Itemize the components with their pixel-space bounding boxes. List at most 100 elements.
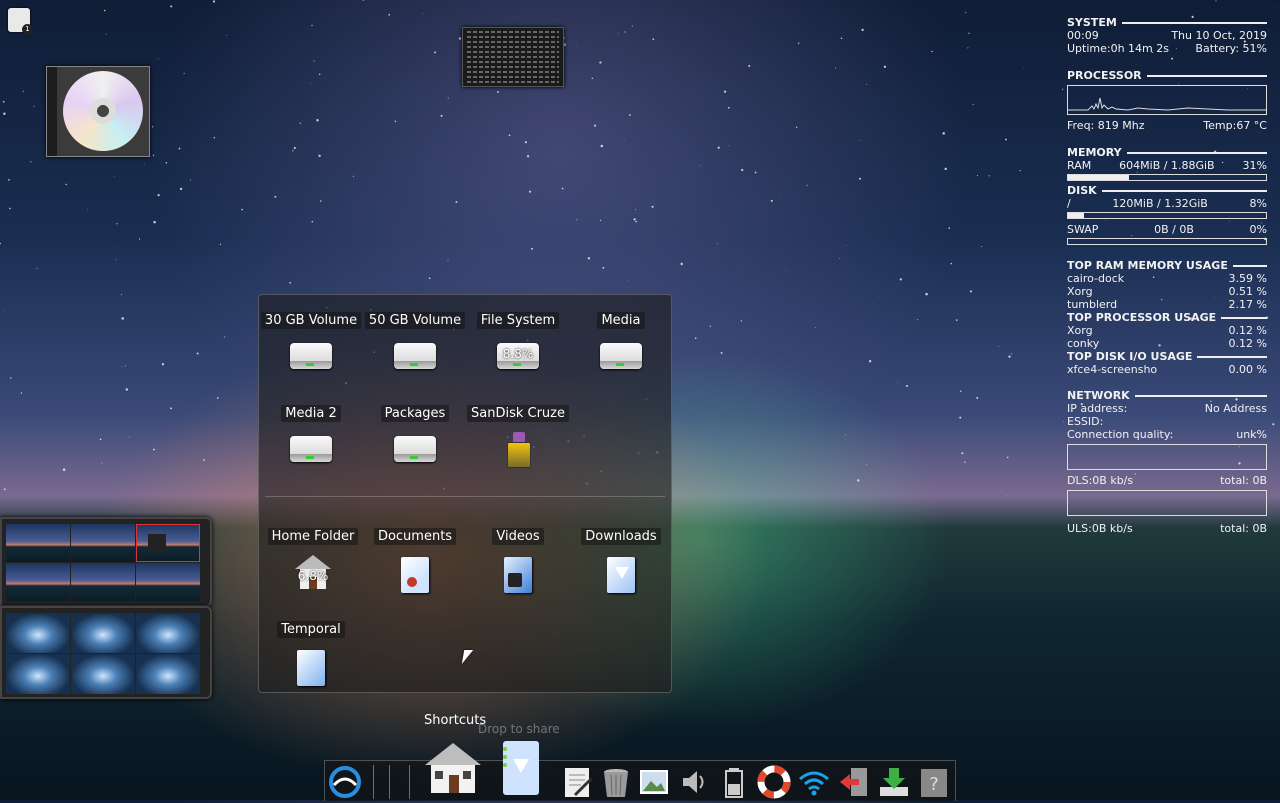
quality-label: Connection quality: (1067, 428, 1173, 441)
top-io-value: 0.00 % (1229, 363, 1267, 376)
workspace-cell[interactable] (71, 613, 135, 653)
folder-label: Documents (374, 528, 456, 545)
workspace-cell[interactable] (6, 613, 70, 653)
disk-bar (1067, 212, 1267, 219)
processor-section-title: PROCESSOR (1067, 69, 1267, 82)
drive-item[interactable]: File System 8.8% (466, 309, 570, 395)
folder-item[interactable]: Home Folder 6.8% (261, 525, 365, 611)
panel-divider (265, 496, 665, 497)
drive-item[interactable]: 50 GB Volume (363, 309, 467, 395)
drive-item[interactable]: Media (569, 309, 673, 395)
drive-label: Media (597, 312, 644, 329)
workspace-cell[interactable] (6, 563, 70, 601)
drive-icon (394, 343, 436, 369)
workspace-cell[interactable] (136, 563, 200, 601)
text-editor-icon[interactable] (561, 765, 595, 799)
drive-icon (290, 436, 332, 462)
workspace-cell[interactable] (71, 524, 135, 562)
folder-usage: 6.8% (261, 569, 365, 583)
uls-rate: ULS:0B kb/s (1067, 522, 1133, 535)
svg-text:?: ? (929, 774, 939, 795)
top-io-proc: xfce4-screensho (1067, 363, 1157, 376)
drive-icon (600, 343, 642, 369)
workspace-cell[interactable] (6, 654, 70, 694)
videos-folder-icon (504, 557, 532, 593)
dock-separator (409, 765, 410, 799)
workspace-cell[interactable] (6, 524, 70, 562)
drive-item[interactable]: 30 GB Volume (259, 309, 363, 395)
notes-icon[interactable]: 1 (8, 8, 30, 32)
top-cpu-value: 0.12 % (1229, 337, 1267, 350)
workspace-switcher-2[interactable] (0, 606, 212, 699)
help-lifebuoy-icon[interactable] (757, 765, 791, 799)
ip-value: No Address (1205, 402, 1267, 415)
folder-label: Downloads (581, 528, 660, 545)
folder-item[interactable]: Videos (466, 525, 570, 611)
drive-usage: 8.8% (466, 347, 570, 361)
downloads-folder-icon (607, 557, 635, 593)
system-uptime: Uptime:0h 14m 2s (1067, 42, 1169, 55)
essid-label: ESSID: (1067, 415, 1103, 428)
memory-section-title: MEMORY (1067, 146, 1267, 159)
shortcuts-home-icon[interactable] (423, 739, 483, 797)
cpu-freq: Freq: 819 Mhz (1067, 119, 1145, 132)
folder-label: Temporal (277, 621, 345, 638)
top-ram-value: 0.51 % (1229, 285, 1267, 298)
folder-item[interactable]: Documents (363, 525, 467, 611)
dock-separator (373, 765, 374, 799)
workspace-cell[interactable] (71, 563, 135, 601)
top-ram-value: 2.17 % (1229, 298, 1267, 311)
top-ram-proc: cairo-dock (1067, 272, 1124, 285)
folder-label: Home Folder (268, 528, 359, 545)
swap-value: 0B / 0B (1154, 223, 1194, 236)
swap-bar (1067, 238, 1267, 245)
terminal-window-thumbnail[interactable] (462, 27, 564, 87)
wifi-icon[interactable] (797, 765, 831, 799)
top-ram-proc: Xorg (1067, 285, 1093, 298)
ip-label: IP address: (1067, 402, 1127, 415)
download-manager-icon[interactable] (877, 765, 911, 799)
trash-icon[interactable] (599, 765, 633, 799)
dock: ? (324, 760, 956, 801)
workspace-cell[interactable] (136, 654, 200, 694)
workspace-switcher-1[interactable] (0, 517, 212, 607)
drop-hint: Drop to share (478, 722, 560, 736)
disk-root-value: 120MiB / 1.32GiB (1112, 197, 1207, 210)
system-time: 00:09 (1067, 29, 1099, 42)
network-section-title: NETWORK (1067, 389, 1267, 402)
drive-icon (290, 343, 332, 369)
folder-item[interactable]: Temporal (259, 618, 363, 704)
ram-value: 604MiB / 1.88GiB (1119, 159, 1214, 172)
unknown-app-icon[interactable]: ? (917, 765, 951, 799)
top-ram-value: 3.59 % (1229, 272, 1267, 285)
drive-icon (394, 436, 436, 462)
drive-item[interactable]: Media 2 (259, 402, 363, 488)
drive-item[interactable]: Packages (363, 402, 467, 488)
top-ram-proc: tumblerd (1067, 298, 1117, 311)
folder-item[interactable]: Downloads (569, 525, 673, 611)
workspace-cell[interactable] (71, 654, 135, 694)
notification-badge: 1 (22, 24, 33, 35)
ram-label: RAM (1067, 159, 1091, 172)
cd-case-spine (47, 67, 57, 156)
battery-icon[interactable] (717, 765, 751, 799)
dls-total: total: 0B (1220, 474, 1267, 487)
cd-icon[interactable] (46, 66, 150, 157)
logout-icon[interactable] (837, 765, 871, 799)
cd-disc (63, 71, 143, 151)
disk-section-title: DISK (1067, 184, 1267, 197)
drive-label: 50 GB Volume (365, 312, 465, 329)
downloads-icon[interactable] (497, 739, 545, 797)
cpu-temp: Temp:67 °C (1203, 119, 1267, 132)
volume-icon[interactable] (677, 765, 711, 799)
image-viewer-icon[interactable] (637, 765, 671, 799)
download-graph (1067, 444, 1267, 470)
app-menu-icon[interactable] (328, 765, 362, 799)
documents-folder-icon (401, 557, 429, 593)
workspace-cell-active[interactable] (136, 524, 200, 562)
drive-label: 30 GB Volume (261, 312, 361, 329)
drive-item[interactable]: SanDisk Cruze (466, 402, 570, 488)
workspace-cell[interactable] (136, 613, 200, 653)
temp-folder-icon (297, 650, 325, 686)
uls-total: total: 0B (1220, 522, 1267, 535)
